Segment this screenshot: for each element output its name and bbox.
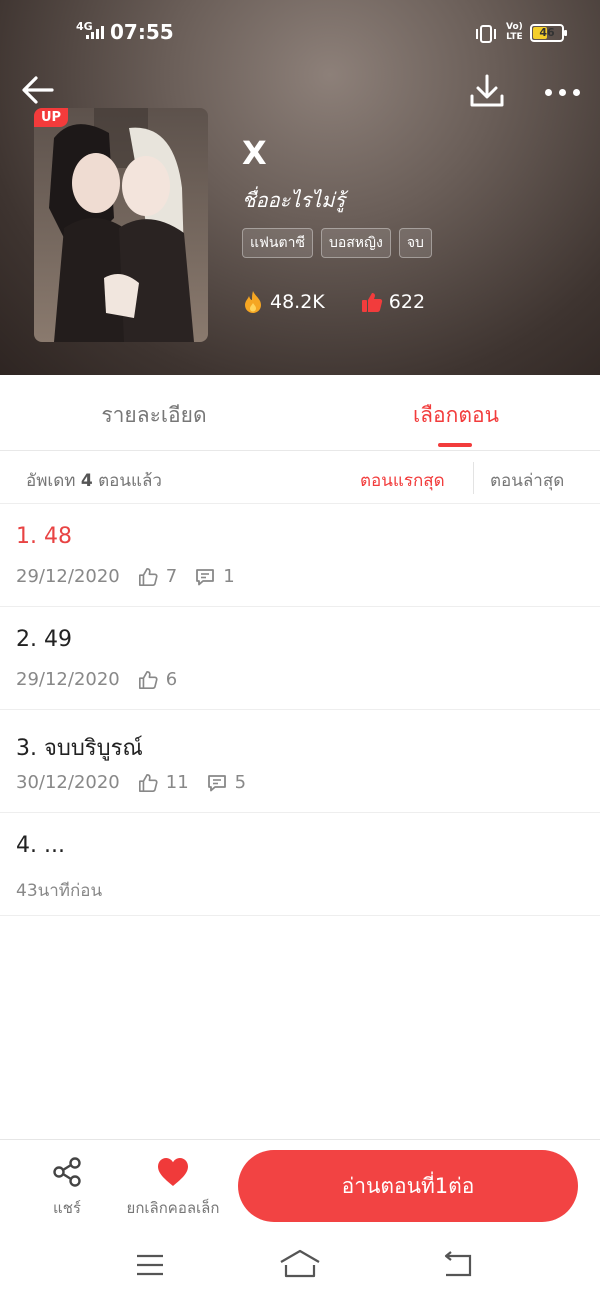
episode-meta: 29/12/2020 7 1 (16, 566, 235, 587)
comment-icon (196, 568, 215, 585)
sort-divider (473, 462, 474, 494)
tag-item[interactable]: บอสหญิง (320, 228, 391, 258)
update-badge: UP (34, 108, 69, 127)
vibrate-icon (476, 25, 496, 43)
episode-row[interactable]: 3. จบบริบูรณ์ 30/12/2020 11 5 (0, 710, 600, 813)
fire-icon (245, 291, 261, 313)
episode-likes-count: 6 (165, 669, 178, 690)
back-arrow-icon[interactable] (18, 70, 58, 110)
continue-reading-button[interactable]: อ่านตอนที่1ต่อ (238, 1150, 578, 1222)
episode-meta: 30/12/2020 11 5 (16, 772, 246, 793)
episode-date: 29/12/2020 (16, 566, 120, 587)
update-count-text: อัพเดท 4 ตอนแล้ว (26, 467, 162, 494)
episode-likes: 11 (138, 772, 189, 793)
thumbs-up-icon (138, 670, 158, 689)
volte-indicator: Vo) LTE (506, 22, 523, 42)
sort-first-button[interactable]: ตอนแรกสุด (360, 467, 445, 494)
tab-bar: รายละเอียด เลือกตอน (0, 375, 600, 451)
update-prefix: อัพเดท (26, 471, 81, 491)
novel-author: ชื่ออะไรไม่รู้ (242, 188, 346, 212)
episode-row[interactable]: 4. ... 43นาทีก่อน (0, 813, 600, 916)
battery-level: 46 (539, 26, 555, 39)
share-button[interactable]: แชร์ (38, 1156, 96, 1220)
cover-image: UP (34, 108, 208, 342)
episode-likes-count: 11 (165, 772, 189, 793)
update-count: 4 (80, 471, 93, 491)
episode-comments-count: 1 (223, 566, 235, 587)
favorite-button[interactable]: ยกเลิกคอลเล็ก (116, 1156, 230, 1220)
novel-title: X (242, 134, 267, 172)
episode-likes-count: 7 (165, 566, 178, 587)
tab-indicator (438, 443, 472, 447)
episode-date: 29/12/2020 (16, 669, 120, 690)
signal-icon (86, 26, 104, 39)
favorite-label: ยกเลิกคอลเล็ก (126, 1199, 220, 1217)
episode-title: 4. ... (16, 833, 65, 858)
episode-comments: 1 (195, 566, 235, 587)
thumbs-up-icon (138, 773, 158, 792)
battery-icon: 46 (530, 24, 567, 42)
share-icon (53, 1157, 81, 1187)
tag-item[interactable]: แฟนตาซี (242, 228, 313, 258)
status-bar: 4G 07:55 Vo) LTE 46 (0, 18, 600, 50)
genre-tags: แฟนตาซี บอสหญิง จบ (242, 228, 432, 258)
sort-latest-button[interactable]: ตอนล่าสุด (490, 467, 564, 494)
tab-details[interactable]: รายละเอียด (4, 399, 304, 432)
episode-row[interactable]: 1. 48 29/12/2020 7 1 (0, 504, 600, 607)
episode-date: 30/12/2020 (16, 772, 120, 793)
episode-meta: 29/12/2020 6 (16, 669, 177, 690)
episode-row[interactable]: 2. 49 29/12/2020 6 (0, 607, 600, 710)
views-count: 48.2K (270, 291, 325, 313)
status-time: 07:55 (110, 20, 174, 44)
episode-title: 2. 49 (16, 627, 72, 652)
episode-likes: 6 (138, 669, 177, 690)
novel-header: 4G 07:55 Vo) LTE 46 UP X ชื่ออะไรไม่รู้ … (0, 0, 600, 375)
comment-icon (207, 774, 226, 791)
tag-item[interactable]: จบ (398, 228, 432, 258)
likes-stat: 622 (361, 291, 425, 313)
likes-count: 622 (388, 291, 426, 313)
tab-episodes[interactable]: เลือกตอน (306, 399, 600, 432)
episode-comments: 5 (207, 772, 246, 793)
episode-likes: 7 (138, 566, 177, 587)
bottom-action-bar: แชร์ ยกเลิกคอลเล็ก อ่านตอนที่1ต่อ (0, 1139, 600, 1231)
sort-bar: อัพเดท 4 ตอนแล้ว ตอนแรกสุด ตอนล่าสุด (0, 452, 600, 504)
update-suffix: ตอนแล้ว (92, 471, 162, 491)
episode-date: 43นาทีก่อน (16, 881, 103, 901)
system-nav-bar (0, 1232, 600, 1300)
novel-stats: 48.2K 622 (242, 290, 425, 314)
episode-title: 1. 48 (16, 524, 72, 549)
download-icon[interactable] (466, 70, 508, 112)
thumbs-up-icon (361, 293, 382, 312)
heart-icon (158, 1158, 188, 1186)
episode-comments-count: 5 (234, 772, 247, 793)
menu-icon[interactable] (134, 1250, 166, 1280)
episode-title: 3. จบบริบูรณ์ (16, 736, 143, 761)
more-icon[interactable] (538, 78, 586, 106)
home-icon[interactable] (278, 1248, 322, 1280)
thumbs-up-icon (138, 567, 158, 586)
share-label: แชร์ (53, 1199, 81, 1217)
views-stat: 48.2K (242, 290, 325, 314)
back-icon[interactable] (440, 1250, 474, 1280)
